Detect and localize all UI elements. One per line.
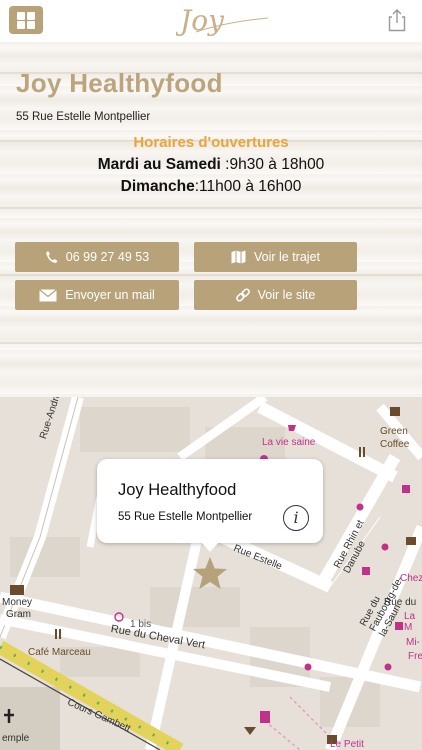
map-view[interactable]: Rue-André La vie saine Green Coffee Rue … [0, 397, 422, 750]
email-button-label: Envoyer un mail [65, 288, 155, 302]
grid-icon [17, 21, 25, 29]
map-label-shop: Mi- [406, 637, 420, 648]
map-label-shop: La M [404, 611, 416, 633]
map-label-shop: Café Marceau [28, 647, 91, 658]
hours-title: Horaires d'ouvertures [133, 134, 289, 151]
logo-text: Joy [176, 4, 225, 37]
hours-time: :9h30 à 18h00 [220, 156, 325, 173]
grid-menu-button[interactable] [9, 6, 43, 34]
call-button[interactable]: 06 99 27 49 53 [15, 242, 179, 272]
map-label-shop: Chez [400, 573, 422, 584]
phone-icon [45, 251, 58, 263]
map-callout[interactable]: Joy Healthyfood 55 Rue Estelle Montpelli… [97, 459, 323, 552]
map-label-shop: Coffee [380, 439, 410, 450]
map-base [0, 397, 422, 750]
info-panel: Joy Healthyfood 55 Rue Estelle Montpelli… [0, 42, 422, 397]
map-label-shop: La vie saine [262, 437, 316, 448]
grid-icon [27, 12, 35, 20]
route-button[interactable]: Voir le trajet [194, 242, 357, 272]
call-button-label: 06 99 27 49 53 [65, 250, 150, 264]
restaurant-address: 55 Rue Estelle Montpellier [16, 111, 151, 123]
map-label-shop: Green [380, 426, 408, 437]
callout-address: 55 Rue Estelle Montpellier [118, 511, 253, 523]
link-icon [235, 288, 250, 302]
map-label-shop: Le Petit [330, 739, 364, 750]
joy-logo: Joy [176, 4, 269, 37]
hours-time: :11h00 à 16h00 [194, 178, 302, 195]
top-bar: Joy [0, 0, 422, 42]
hours-days-label: Dimanche [120, 178, 195, 195]
grid-icon [17, 12, 25, 20]
map-label-shop: Gram [6, 609, 31, 620]
share-icon[interactable] [388, 8, 406, 32]
map-icon [231, 250, 246, 264]
restaurant-name: Joy Healthyfood [16, 68, 223, 98]
callout-title: Joy Healthyfood [118, 481, 237, 499]
route-button-label: Voir le trajet [253, 250, 320, 264]
map-label-street: Rue du [384, 597, 417, 608]
website-button-label: Voir le site [257, 288, 316, 302]
hours-days-label: Mardi au Samedi [97, 156, 221, 173]
map-label-shop: Money [2, 597, 33, 608]
map-label-place: emple [2, 733, 30, 744]
hours-sunday: Dimanche:11h00 à 16h00 [0, 178, 422, 196]
info-icon[interactable]: i [283, 505, 309, 531]
map-label-shop: Fre [408, 651, 422, 662]
envelope-icon [39, 288, 58, 301]
website-button[interactable]: Voir le site [194, 280, 357, 310]
hours-weekdays: Mardi au Samedi :9h30 à 18h00 [0, 156, 422, 174]
grid-icon [27, 21, 35, 29]
email-button[interactable]: Envoyer un mail [15, 280, 179, 310]
